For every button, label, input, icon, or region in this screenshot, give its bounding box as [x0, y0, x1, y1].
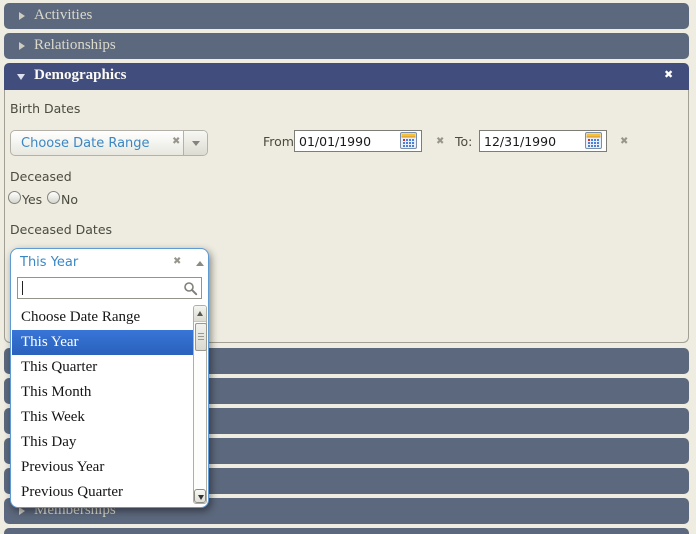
clear-icon[interactable]: ✖: [436, 136, 444, 147]
calendar-icon[interactable]: [400, 132, 417, 149]
to-label: To:: [455, 134, 472, 149]
section-title: Demographics: [34, 67, 127, 84]
clear-icon[interactable]: ✖: [620, 136, 628, 147]
collapsed-arrow-icon: [19, 42, 25, 50]
dropdown-search-input[interactable]: [17, 277, 202, 299]
section-label: Relationships: [34, 37, 116, 54]
dropdown-option[interactable]: Choose Date Range: [12, 305, 203, 330]
birth-date-range-value: Choose Date Range: [21, 136, 150, 151]
deceased-dates-dropdown[interactable]: This Year ✖ Choose Date Range This Year …: [10, 248, 209, 508]
search-icon: [183, 281, 198, 300]
dropdown-scrollbar[interactable]: [193, 305, 207, 504]
deceased-yes-radio[interactable]: [8, 191, 21, 204]
clear-icon[interactable]: ✖: [173, 256, 181, 267]
clear-icon[interactable]: ✖: [172, 136, 180, 147]
chevron-down-icon: [192, 141, 200, 146]
dropdown-option[interactable]: This Day: [12, 430, 203, 455]
deceased-dates-label: Deceased Dates: [10, 222, 112, 237]
dropdown-option[interactable]: Previous Quarter: [12, 480, 203, 505]
deceased-no-label[interactable]: No: [61, 192, 78, 207]
dropdown-option[interactable]: This Month: [12, 380, 203, 405]
birth-date-range-select[interactable]: Choose Date Range ✖: [10, 130, 208, 156]
collapsed-arrow-icon: [19, 507, 25, 515]
dropdown-toggle-button[interactable]: [183, 131, 207, 155]
dropdown-option[interactable]: This Week: [12, 405, 203, 430]
accordion-section-bar[interactable]: [4, 528, 689, 534]
scrollbar-thumb[interactable]: [195, 323, 207, 351]
dropdown-option[interactable]: Previous Year: [12, 455, 203, 480]
chevron-up-icon[interactable]: [196, 261, 204, 266]
from-label: From: [263, 134, 294, 149]
text-caret: [22, 281, 23, 295]
scroll-up-icon[interactable]: [194, 306, 206, 322]
deceased-no-radio[interactable]: [47, 191, 60, 204]
accordion-section-activities[interactable]: Activities: [4, 3, 689, 29]
calendar-icon[interactable]: [585, 132, 602, 149]
accordion-header-demographics[interactable]: Demographics ✖: [4, 63, 689, 90]
deceased-dates-selected-value: This Year: [20, 255, 78, 270]
birth-dates-label: Birth Dates: [10, 101, 80, 116]
collapsed-arrow-icon: [19, 12, 25, 20]
dropdown-option[interactable]: This Quarter: [12, 355, 203, 380]
deceased-yes-label[interactable]: Yes: [22, 192, 42, 207]
screen: Activities Relationships Demographics ✖ …: [0, 0, 696, 534]
expanded-arrow-icon: [17, 74, 25, 80]
dropdown-option-selected[interactable]: This Year: [12, 330, 203, 355]
deceased-label: Deceased: [10, 169, 72, 184]
close-icon[interactable]: ✖: [664, 68, 673, 81]
section-label: Activities: [34, 7, 92, 24]
scroll-down-icon[interactable]: [194, 489, 206, 503]
accordion-section-relationships[interactable]: Relationships: [4, 33, 689, 59]
